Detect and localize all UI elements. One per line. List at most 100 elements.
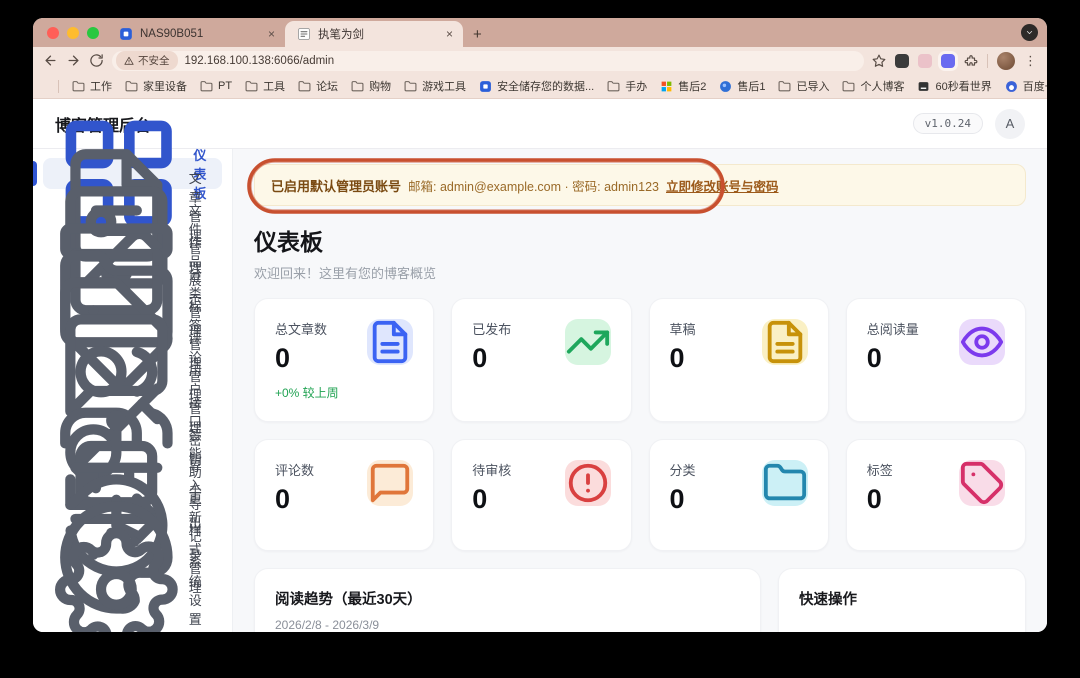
- bookmark-item[interactable]: 购物: [351, 78, 391, 94]
- tab-close-icon[interactable]: ×: [268, 28, 275, 40]
- app-header: 博客管理后台 v1.0.24 A: [33, 99, 1047, 149]
- stat-value: 0: [867, 486, 893, 513]
- bookmark-item[interactable]: 手办: [607, 78, 647, 94]
- extension-icon[interactable]: [895, 54, 909, 68]
- bookmark-star-icon[interactable]: [872, 54, 886, 68]
- browser-tabs: NAS90B051 × 执笔为剑 ×: [107, 21, 463, 47]
- stat-value: 0: [670, 486, 696, 513]
- bookmark-icon: [125, 80, 138, 93]
- window-controls: [41, 18, 107, 47]
- bookmark-item[interactable]: PT: [200, 80, 232, 93]
- back-button[interactable]: [43, 53, 58, 68]
- extension-icon[interactable]: [941, 54, 955, 68]
- bookmark-label: 已导入: [796, 78, 829, 94]
- stat-label: 草稿: [670, 319, 696, 338]
- profile-avatar[interactable]: [997, 52, 1015, 70]
- stat-icon-chip: [367, 460, 413, 506]
- bookmark-item[interactable]: 游戏工具: [404, 78, 466, 94]
- bookmark-item[interactable]: 安全储存您的数据...: [479, 78, 594, 94]
- quick-actions-title: 快速操作: [799, 588, 1005, 609]
- address-bar[interactable]: 不安全 192.168.100.138:6066/admin: [112, 51, 864, 71]
- tab-favicon-icon: [297, 27, 311, 41]
- page-title: 仪表板: [254, 223, 1026, 257]
- reload-button[interactable]: [89, 53, 104, 68]
- bookmark-icon: [778, 80, 791, 93]
- bookmark-item[interactable]: 已导入: [778, 78, 829, 94]
- browser-menu-icon[interactable]: ⋮: [1024, 53, 1037, 69]
- bookmark-item[interactable]: 工具: [245, 78, 285, 94]
- stat-icon-chip: [959, 319, 1005, 365]
- security-badge[interactable]: 不安全: [116, 51, 178, 70]
- stat-trend: +0% 较上周: [275, 384, 339, 401]
- toolbar-divider: [987, 54, 988, 68]
- bookmark-item[interactable]: 论坛: [298, 78, 338, 94]
- chrome-chevron-down-icon[interactable]: [1021, 24, 1038, 41]
- bookmark-label: 安全储存您的数据...: [497, 78, 594, 94]
- stat-label: 标签: [867, 460, 893, 479]
- stat-card: 总文章数 0 +0% 较上周: [254, 298, 434, 422]
- reading-trend-range: 2026/2/8 - 2026/3/9: [275, 618, 740, 632]
- stat-icon-chip: [762, 460, 808, 506]
- bookmark-item[interactable]: 售后2: [660, 78, 706, 94]
- bookmark-icon: [298, 80, 311, 93]
- maximize-window-button[interactable]: [87, 27, 99, 39]
- toolbar-right: ⋮: [872, 52, 1037, 70]
- bookmark-label: 售后2: [678, 78, 706, 94]
- bookmark-label: 游戏工具: [422, 78, 466, 94]
- tab-close-icon[interactable]: ×: [446, 28, 453, 40]
- quick-actions-panel: 快速操作: [778, 568, 1026, 632]
- stat-card: 草稿 0: [649, 298, 829, 422]
- bookmark-label: 工具: [263, 78, 285, 94]
- stat-value: 0: [472, 345, 511, 372]
- sidebar-item-icon: [55, 528, 178, 632]
- extensions-puzzle-icon[interactable]: [964, 54, 978, 68]
- bookmark-item[interactable]: 60秒看世界: [917, 78, 991, 94]
- stat-value: 0: [670, 345, 696, 372]
- sidebar-item[interactable]: 系统设置: [43, 574, 222, 605]
- stat-card: 待审核 0: [451, 439, 631, 551]
- bookmark-label: 手办: [625, 78, 647, 94]
- bookmark-icon: [479, 80, 492, 93]
- bookmarks-bar: 工作 家里设备 PT 工具: [33, 74, 1047, 99]
- stat-value: 0: [867, 345, 919, 372]
- browser-toolbar: 不安全 192.168.100.138:6066/admin ⋮: [33, 47, 1047, 74]
- stat-label: 评论数: [275, 460, 314, 479]
- new-tab-button[interactable]: +: [463, 26, 492, 47]
- bookmark-label: 60秒看世界: [935, 78, 991, 94]
- tab-favicon-icon: [119, 27, 133, 41]
- stat-card: 已发布 0: [451, 298, 631, 422]
- bookmark-icon: [660, 80, 673, 93]
- change-credentials-link[interactable]: 立即修改账号与密码: [666, 176, 779, 195]
- user-avatar[interactable]: A: [995, 109, 1025, 139]
- stats-grid: 总文章数 0 +0% 较上周 已发布 0: [254, 298, 1026, 551]
- minimize-window-button[interactable]: [67, 27, 79, 39]
- sidebar-item-label: 系统设置: [189, 552, 210, 628]
- bookmark-item[interactable]: 个人博客: [842, 78, 904, 94]
- forward-button[interactable]: [66, 53, 81, 68]
- extension-icon[interactable]: [918, 54, 932, 68]
- bookmark-item[interactable]: 百度一下，你就知道: [1005, 78, 1047, 94]
- stat-icon-chip: [959, 460, 1005, 506]
- alert-text: 邮箱: admin@example.com · 密码: admin123: [408, 176, 659, 195]
- bookmark-icon: [72, 80, 85, 93]
- bookmark-icon: [404, 80, 417, 93]
- bottom-panels: 阅读趋势（最近30天） 2026/2/8 - 2026/3/9 快速操作: [254, 568, 1026, 632]
- tab-strip: NAS90B051 × 执笔为剑 × +: [33, 18, 1047, 47]
- bookmark-label: 售后1: [737, 78, 765, 94]
- stat-label: 分类: [670, 460, 696, 479]
- bookmark-icon: [1005, 80, 1018, 93]
- bookmark-item[interactable]: 工作: [72, 78, 112, 94]
- browser-tab[interactable]: NAS90B051 ×: [107, 21, 285, 47]
- bookmark-icon: [245, 80, 258, 93]
- warning-icon: [124, 56, 134, 66]
- stat-label: 总阅读量: [867, 319, 919, 338]
- tab-title: 执笔为剑: [318, 26, 364, 42]
- desktop-screenshot: NAS90B051 × 执笔为剑 × +: [0, 0, 1080, 678]
- browser-window: NAS90B051 × 执笔为剑 × +: [33, 18, 1047, 632]
- close-window-button[interactable]: [47, 27, 59, 39]
- bookmark-item[interactable]: 家里设备: [125, 78, 187, 94]
- bookmark-icon: [917, 80, 930, 93]
- browser-tab[interactable]: 执笔为剑 ×: [285, 21, 463, 47]
- bookmark-item[interactable]: 售后1: [719, 78, 765, 94]
- stat-icon-chip: [565, 319, 611, 365]
